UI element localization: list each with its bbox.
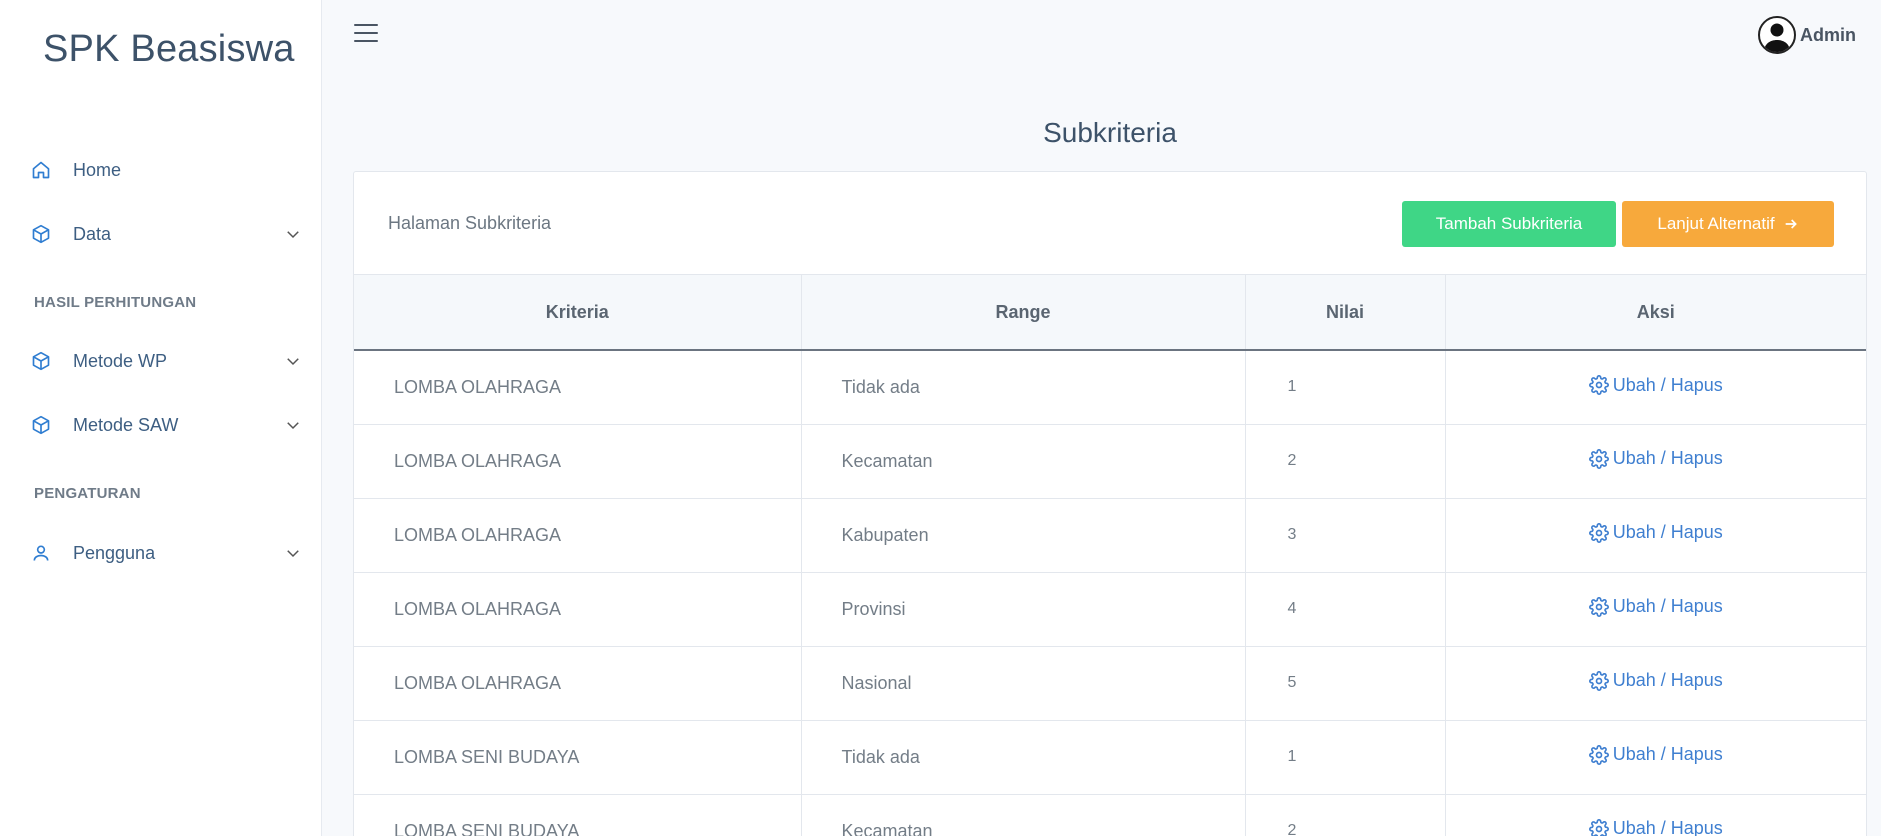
- gear-icon: [1588, 670, 1609, 691]
- add-subkriteria-label: Tambah Subkriteria: [1435, 214, 1583, 233]
- edit-delete-link[interactable]: Ubah / Hapus: [1588, 596, 1723, 617]
- sidebar: SPK Beasiswa Home Data HASIL PERHITUNGAN…: [0, 0, 322, 836]
- subkriteria-table: Kriteria Range Nilai Aksi LOMBA OLAHRAGA…: [354, 275, 1866, 836]
- gear-icon: [1588, 448, 1609, 469]
- edit-delete-link[interactable]: Ubah / Hapus: [1588, 744, 1723, 765]
- subkriteria-card: Halaman Subkriteria Tambah Subkriteria L…: [353, 171, 1867, 836]
- cell-kriteria: LOMBA SENI BUDAYA: [354, 794, 802, 836]
- user-name: Admin: [1800, 24, 1856, 45]
- brand-title[interactable]: SPK Beasiswa: [43, 28, 295, 71]
- gear-icon: [1588, 818, 1609, 836]
- box-icon: [30, 223, 52, 245]
- user-menu[interactable]: Admin: [1758, 14, 1856, 56]
- cell-range: Kecamatan: [801, 794, 1246, 836]
- table-row: LOMBA OLAHRAGA Tidak ada 1 Ubah / Hapus: [354, 350, 1866, 425]
- cell-kriteria: LOMBA OLAHRAGA: [354, 498, 802, 573]
- cell-nilai: 3: [1245, 498, 1446, 573]
- cell-kriteria: LOMBA OLAHRAGA: [354, 350, 802, 425]
- page-title: Subkriteria: [1043, 117, 1177, 148]
- cell-range: Provinsi: [801, 572, 1246, 647]
- cell-nilai: 1: [1245, 720, 1446, 795]
- cell-range: Tidak ada: [801, 720, 1246, 795]
- card-title: Halaman Subkriteria: [388, 213, 552, 233]
- table-header-row: Kriteria Range Nilai Aksi: [354, 275, 1866, 351]
- sidebar-item-label: Metode SAW: [73, 414, 179, 435]
- cell-nilai: 2: [1245, 794, 1446, 836]
- table-row: LOMBA OLAHRAGA Kabupaten 3 Ubah / Hapus: [354, 498, 1866, 573]
- cell-range: Tidak ada: [801, 350, 1246, 425]
- box-icon: [30, 414, 52, 436]
- cell-range: Kabupaten: [801, 498, 1246, 573]
- cell-aksi: Ubah / Hapus: [1445, 646, 1866, 721]
- user-avatar-icon: [1764, 23, 1790, 52]
- cell-kriteria: LOMBA OLAHRAGA: [354, 424, 802, 499]
- column-header-range[interactable]: Range: [801, 275, 1246, 351]
- cell-aksi: Ubah / Hapus: [1445, 572, 1866, 647]
- box-icon: [30, 350, 52, 372]
- cell-aksi: Ubah / Hapus: [1445, 350, 1866, 425]
- next-alternatif-button[interactable]: Lanjut Alternatif: [1622, 201, 1834, 247]
- cell-aksi: Ubah / Hapus: [1445, 498, 1866, 573]
- nav-section-pengaturan: PENGATURAN: [34, 485, 141, 502]
- menu-toggle-icon[interactable]: [354, 24, 378, 46]
- cell-range: Nasional: [801, 646, 1246, 721]
- chevron-down-icon: [287, 231, 299, 239]
- gear-icon: [1588, 375, 1609, 395]
- cell-kriteria: LOMBA SENI BUDAYA: [354, 720, 802, 795]
- cell-nilai: 5: [1245, 646, 1446, 721]
- sidebar-item-metode-saw[interactable]: Metode SAW: [30, 410, 302, 440]
- column-header-aksi[interactable]: Aksi: [1445, 275, 1866, 351]
- sidebar-item-label: Data: [73, 223, 112, 244]
- action-label: Ubah / Hapus: [1612, 670, 1723, 691]
- add-subkriteria-button[interactable]: Tambah Subkriteria: [1402, 201, 1616, 247]
- sidebar-item-metode-wp[interactable]: Metode WP: [30, 346, 302, 376]
- sidebar-item-data[interactable]: Data: [30, 219, 302, 249]
- chevron-down-icon: [287, 422, 299, 430]
- cell-aksi: Ubah / Hapus: [1445, 720, 1866, 795]
- table-row: LOMBA SENI BUDAYA Kecamatan 2 Ubah / Hapus: [354, 794, 1866, 836]
- sidebar-item-label: Home: [73, 159, 122, 180]
- chevron-down-icon: [287, 358, 299, 366]
- table-row: LOMBA OLAHRAGA Nasional 5 Ubah / Hapus: [354, 646, 1866, 721]
- cell-kriteria: LOMBA OLAHRAGA: [354, 646, 802, 721]
- action-label: Ubah / Hapus: [1612, 374, 1723, 395]
- sidebar-item-home[interactable]: Home: [30, 155, 302, 185]
- home-icon: [30, 159, 52, 181]
- action-label: Ubah / Hapus: [1612, 522, 1723, 543]
- edit-delete-link[interactable]: Ubah / Hapus: [1588, 522, 1723, 543]
- next-alternatif-label: Lanjut Alternatif: [1657, 214, 1775, 233]
- action-label: Ubah / Hapus: [1612, 448, 1723, 469]
- user-icon: [30, 542, 52, 564]
- nav-section-hasil: HASIL PERHITUNGAN: [34, 294, 197, 311]
- arrow-right-icon: [1785, 219, 1797, 229]
- sidebar-item-pengguna[interactable]: Pengguna: [30, 538, 302, 568]
- cell-nilai: 2: [1245, 424, 1446, 499]
- cell-nilai: 1: [1245, 350, 1446, 425]
- card-header: Halaman Subkriteria Tambah Subkriteria L…: [354, 172, 1866, 275]
- edit-delete-link[interactable]: Ubah / Hapus: [1588, 374, 1723, 396]
- gear-icon: [1588, 596, 1609, 617]
- sidebar-item-label: Metode WP: [73, 350, 168, 371]
- table-row: LOMBA OLAHRAGA Kecamatan 2 Ubah / Hapus: [354, 424, 1866, 499]
- cell-kriteria: LOMBA OLAHRAGA: [354, 572, 802, 647]
- column-header-kriteria[interactable]: Kriteria: [354, 275, 802, 351]
- column-header-nilai[interactable]: Nilai: [1245, 275, 1446, 351]
- action-label: Ubah / Hapus: [1612, 744, 1723, 765]
- avatar: [1758, 16, 1796, 54]
- edit-delete-link[interactable]: Ubah / Hapus: [1588, 448, 1723, 469]
- gear-icon: [1588, 522, 1609, 543]
- sidebar-item-label: Pengguna: [73, 542, 156, 563]
- chevron-down-icon: [287, 550, 299, 558]
- gear-icon: [1588, 744, 1609, 765]
- edit-delete-link[interactable]: Ubah / Hapus: [1588, 818, 1723, 836]
- action-label: Ubah / Hapus: [1612, 818, 1723, 836]
- table-row: LOMBA SENI BUDAYA Tidak ada 1 Ubah / Hapus: [354, 720, 1866, 795]
- table-row: LOMBA OLAHRAGA Provinsi 4 Ubah / Hapus: [354, 572, 1866, 647]
- cell-nilai: 4: [1245, 572, 1446, 647]
- cell-aksi: Ubah / Hapus: [1445, 424, 1866, 499]
- action-label: Ubah / Hapus: [1612, 596, 1723, 617]
- cell-range: Kecamatan: [801, 424, 1246, 499]
- edit-delete-link[interactable]: Ubah / Hapus: [1588, 670, 1723, 691]
- cell-aksi: Ubah / Hapus: [1445, 794, 1866, 836]
